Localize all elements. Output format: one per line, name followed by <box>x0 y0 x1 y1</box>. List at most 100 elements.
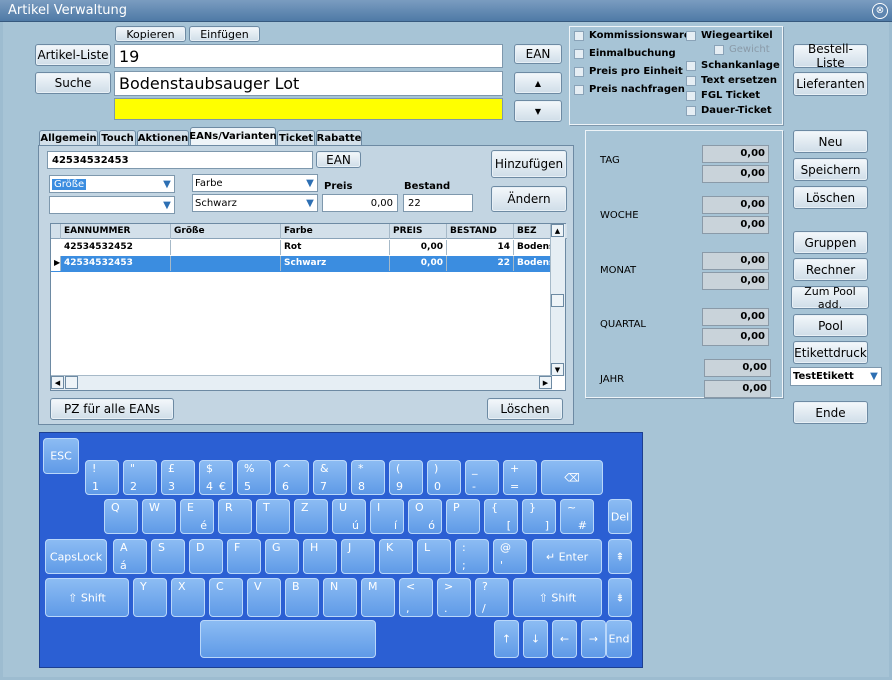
key-5[interactable]: % 5 <box>237 460 271 495</box>
key-n[interactable]: N <box>323 578 357 617</box>
tab-ticket[interactable]: Ticket <box>277 130 315 145</box>
scroll-up-icon[interactable]: ▲ <box>551 224 564 237</box>
farbe-value-select[interactable]: Schwarz ▼ <box>192 194 318 212</box>
space-key[interactable] <box>200 620 376 658</box>
key-v[interactable]: V <box>247 578 281 617</box>
fgl-ticket-checkbox[interactable]: FGL Ticket <box>686 90 760 101</box>
table-row[interactable]: 42534532452 Rot 0,00 14 Bodens <box>51 240 552 256</box>
key-9[interactable]: (9 <box>389 460 423 495</box>
key->[interactable]: >. <box>437 578 471 617</box>
shift-left-key[interactable]: ⇧ Shift <box>45 578 129 617</box>
tab-rabatte[interactable]: Rabatte <box>316 130 362 145</box>
vertical-scrollbar[interactable]: ▲ ▼ <box>550 224 565 376</box>
wiegeartikel-checkbox[interactable]: Wiegeartikel <box>686 30 773 41</box>
ende-button[interactable]: Ende <box>793 401 868 424</box>
groesse-select[interactable]: Größe ▼ <box>49 175 175 193</box>
gruppen-button[interactable]: Gruppen <box>793 231 868 254</box>
text-ersetzen-checkbox[interactable]: Text ersetzen <box>686 75 777 86</box>
scroll-thumb[interactable] <box>551 294 564 307</box>
key-l[interactable]: L <box>417 539 451 574</box>
einmalbuchung-checkbox[interactable]: Einmalbuchung <box>574 48 676 59</box>
etikettdruck-button[interactable]: Etikettdruck <box>793 341 868 364</box>
page-down-key[interactable]: ⇟ <box>608 578 632 617</box>
col-preis[interactable]: PREIS <box>390 224 447 239</box>
shift-right-key[interactable]: ⇧ Shift <box>513 578 602 617</box>
key-j[interactable]: J <box>341 539 375 574</box>
bestand-input[interactable]: 22 <box>403 194 473 212</box>
pz-fuer-alle-eans-button[interactable]: PZ für alle EANs <box>50 398 174 420</box>
info-field[interactable] <box>114 98 503 120</box>
etikett-select[interactable]: TestEtikett ▼ <box>790 367 882 386</box>
article-name-field[interactable]: Bodenstaubsauger Lot <box>114 71 503 96</box>
key-c[interactable]: C <box>209 578 243 617</box>
arrow-left-key[interactable]: ← <box>552 620 577 658</box>
tab-eans-varianten[interactable]: EANs/Varianten <box>189 127 277 145</box>
key-@[interactable]: @ ' <box>493 539 527 574</box>
key-p[interactable]: P <box>446 499 480 534</box>
key-4[interactable]: $4 € <box>199 460 233 495</box>
schankanlage-checkbox[interactable]: Schankanlage <box>686 60 780 71</box>
key-3[interactable]: £3 <box>161 460 195 495</box>
close-icon[interactable]: ⊗ <box>872 3 888 19</box>
key-w[interactable]: W <box>142 499 176 534</box>
dauer-ticket-checkbox[interactable]: Dauer-Ticket <box>686 105 772 116</box>
key-q[interactable]: Q <box>104 499 138 534</box>
up-button[interactable]: ▲ <box>514 72 562 94</box>
scroll-down-icon[interactable]: ▼ <box>551 363 564 376</box>
groesse-value-select[interactable]: ▼ <box>49 196 175 214</box>
tab-allgemein[interactable]: Allgemein <box>39 130 98 145</box>
col-farbe[interactable]: Farbe <box>281 224 390 239</box>
key-y[interactable]: Y <box>133 578 167 617</box>
scroll-left-icon[interactable]: ◀ <box>51 376 64 389</box>
key-7[interactable]: & 7 <box>313 460 347 495</box>
key-0[interactable]: ) 0 <box>427 460 461 495</box>
col-eannummer[interactable]: EANNUMMER <box>61 224 171 239</box>
key-6[interactable]: ^ 6 <box>275 460 309 495</box>
scroll-right-icon[interactable]: ▶ <box>539 376 552 389</box>
key-~[interactable]: ~ # <box>560 499 594 534</box>
pool-button[interactable]: Pool <box>793 314 868 337</box>
key-?[interactable]: ? / <box>475 578 509 617</box>
arrow-up-key[interactable]: ↑ <box>494 620 519 658</box>
preis-nachfragen-checkbox[interactable]: Preis nachfragen <box>574 84 685 95</box>
key-o[interactable]: Oó <box>408 499 442 534</box>
key-k[interactable]: K <box>379 539 413 574</box>
col-bez[interactable]: BEZ <box>514 224 552 239</box>
loeschen-button[interactable]: Löschen <box>793 186 868 209</box>
key-}[interactable]: }] <box>522 499 556 534</box>
key-t[interactable]: T <box>256 499 290 534</box>
key-x[interactable]: X <box>171 578 205 617</box>
rechner-button[interactable]: Rechner <box>793 258 868 281</box>
einfuegen-button[interactable]: Einfügen <box>189 26 260 42</box>
neu-button[interactable]: Neu <box>793 130 868 153</box>
kommissionsware-checkbox[interactable]: Kommissionsware <box>574 30 691 41</box>
key-<[interactable]: <, <box>399 578 433 617</box>
suche-button[interactable]: Suche <box>35 72 111 94</box>
enter-key[interactable]: ↵ Enter <box>532 539 602 574</box>
esc-key[interactable]: ESC <box>43 438 79 474</box>
key-e[interactable]: Eé <box>180 499 214 534</box>
arrow-right-key[interactable]: → <box>581 620 606 658</box>
speichern-button[interactable]: Speichern <box>793 158 868 181</box>
down-button[interactable]: ▼ <box>514 100 562 122</box>
preis-input[interactable]: 0,00 <box>322 194 398 212</box>
arrow-down-key[interactable]: ↓ <box>523 620 548 658</box>
bestell-liste-button[interactable]: Bestell-Liste <box>793 42 868 70</box>
capslock-key[interactable]: CapsLock <box>45 539 107 574</box>
scroll-thumb-h[interactable] <box>65 376 78 389</box>
key-i[interactable]: Ií <box>370 499 404 534</box>
tab-touch[interactable]: Touch <box>99 130 136 145</box>
key-h[interactable]: H <box>303 539 337 574</box>
key-2[interactable]: " 2 <box>123 460 157 495</box>
key-r[interactable]: R <box>218 499 252 534</box>
key-:[interactable]: :; <box>455 539 489 574</box>
key-z[interactable]: Z <box>294 499 328 534</box>
zum-pool-add-button[interactable]: Zum Pool add. <box>791 285 869 311</box>
ean-top-button[interactable]: EAN <box>514 44 562 64</box>
key-s[interactable]: S <box>151 539 185 574</box>
key-g[interactable]: G <box>265 539 299 574</box>
col-bestand[interactable]: BESTAND <box>447 224 514 239</box>
key-{[interactable]: {[ <box>484 499 518 534</box>
key-m[interactable]: M <box>361 578 395 617</box>
tab-aktionen[interactable]: Aktionen <box>137 130 189 145</box>
